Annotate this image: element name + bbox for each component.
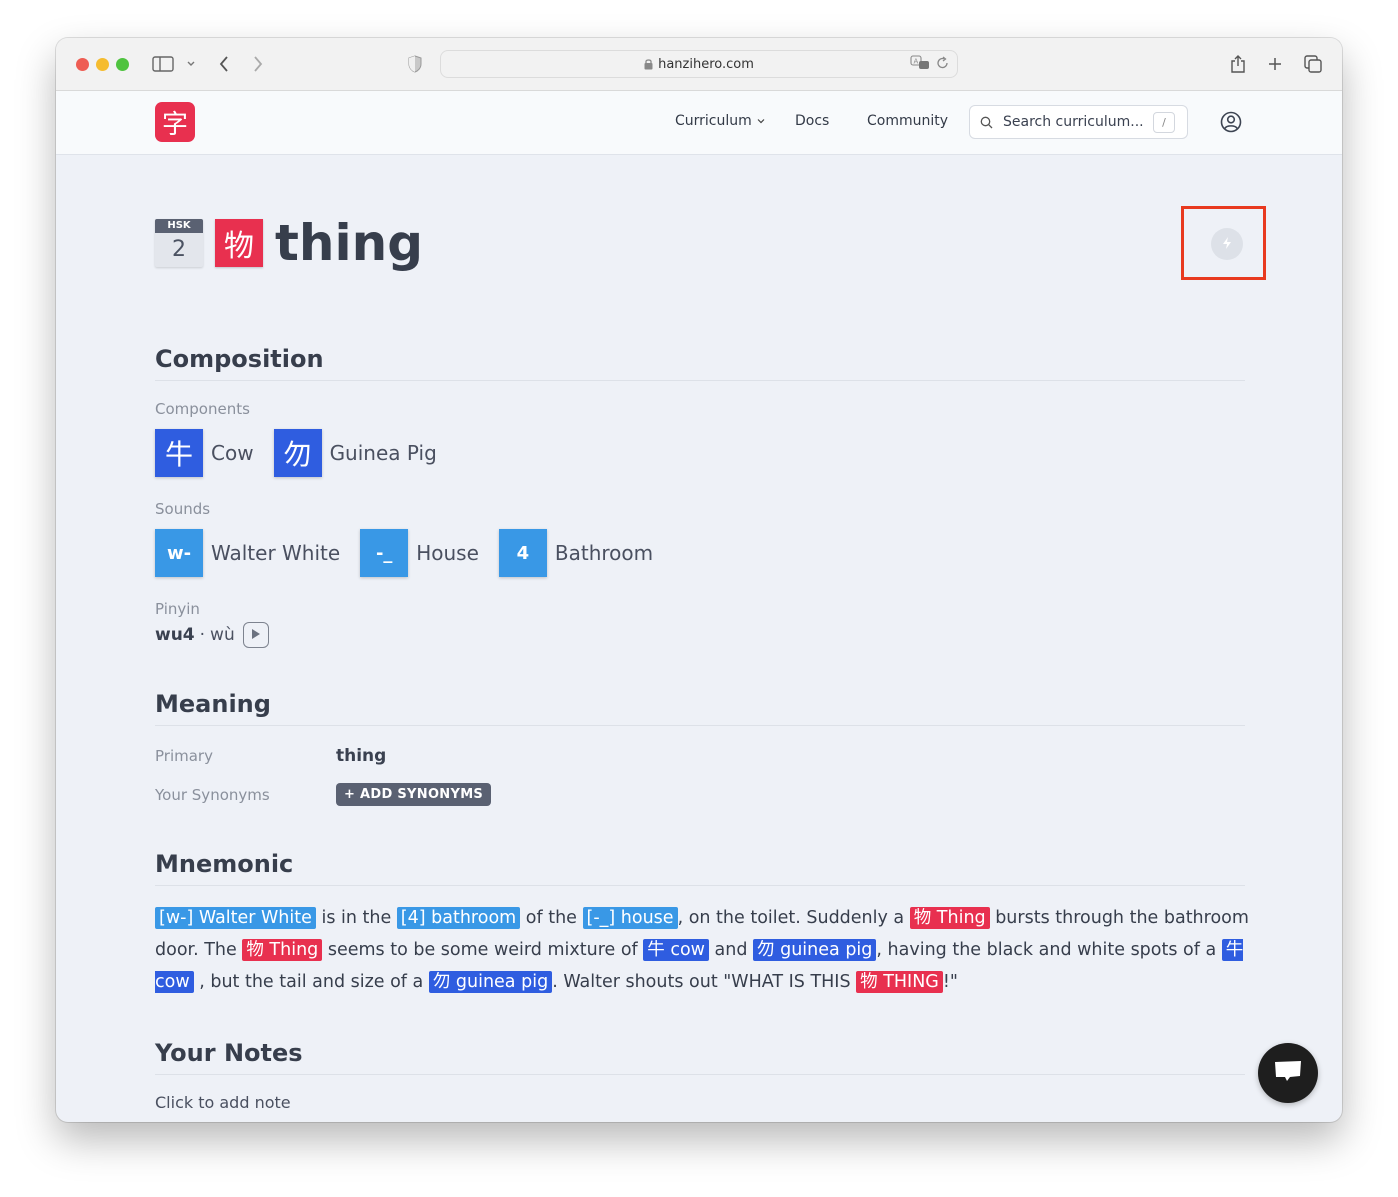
chat-bubble-icon xyxy=(1273,1058,1303,1088)
sidebar-toggle-icon[interactable] xyxy=(152,52,174,76)
tab-overview-icon[interactable] xyxy=(1304,52,1322,76)
nav-curriculum-label: Curriculum xyxy=(675,113,752,129)
mnemonic-highlight-comp[interactable]: 牛 cow xyxy=(643,939,709,961)
meaning-synonyms-row: Your Synonyms + ADD SYNONYMS xyxy=(155,783,492,806)
address-bar[interactable]: hanzihero.com A xyxy=(440,50,958,78)
new-tab-icon[interactable] xyxy=(1267,52,1283,76)
mnemonic-text-segment: of the xyxy=(520,908,583,928)
section-title-meaning: Meaning xyxy=(155,690,271,718)
mnemonic-highlight-sound[interactable]: [w-] Walter White xyxy=(155,907,316,929)
character-tile: 物 xyxy=(215,219,263,267)
add-synonyms-button[interactable]: + ADD SYNONYMS xyxy=(336,783,492,806)
translate-icon[interactable]: A xyxy=(910,55,930,75)
mnemonic-highlight-char[interactable]: 物 Thing xyxy=(242,939,323,961)
component-name-guinea-pig[interactable]: Guinea Pig xyxy=(330,441,437,465)
component-name-cow[interactable]: Cow xyxy=(211,441,254,465)
meaning-primary-row: Primary thing xyxy=(155,746,386,766)
nav-community[interactable]: Community xyxy=(867,113,948,129)
sound-name-bathroom[interactable]: Bathroom xyxy=(555,541,653,565)
mnemonic-text-segment: !" xyxy=(942,972,958,992)
hsk-level: 2 xyxy=(172,237,186,262)
minimize-window-button[interactable] xyxy=(96,58,109,71)
mnemonic-highlight-comp[interactable]: 勿 guinea pig xyxy=(428,971,553,993)
search-input[interactable]: Search curriculum... / xyxy=(969,105,1188,139)
component-tile-guinea-pig[interactable]: 勿 xyxy=(273,429,322,477)
site-header: 字 Curriculum Docs Community Search curri… xyxy=(56,91,1342,155)
mnemonic-text-segment: . Walter shouts out "WHAT IS THIS xyxy=(552,972,857,992)
section-title-mnemonic: Mnemonic xyxy=(155,850,294,878)
pinyin-numeric: wu4 xyxy=(155,625,195,645)
add-note-button[interactable]: Click to add note xyxy=(155,1093,291,1112)
zoom-window-button[interactable] xyxy=(116,58,129,71)
chat-support-button[interactable] xyxy=(1258,1043,1318,1103)
forward-icon[interactable] xyxy=(252,52,264,76)
pinyin-tone: wù xyxy=(210,625,235,645)
component-tile-cow[interactable]: 牛 xyxy=(155,429,203,477)
components-list: 牛 Cow 勿 Guinea Pig xyxy=(155,429,457,477)
mnemonic-highlight-sound[interactable]: [-_] house xyxy=(582,907,678,929)
sound-tile-walter-white[interactable]: w- xyxy=(155,529,203,577)
mnemonic-text-segment: is in the xyxy=(315,908,397,928)
primary-meaning: thing xyxy=(336,746,387,766)
pinyin-label: Pinyin xyxy=(155,600,200,618)
play-audio-button[interactable] xyxy=(242,622,269,648)
browser-window: hanzihero.com A 字 Curriculum Docs Commun… xyxy=(56,38,1342,1122)
search-placeholder: Search curriculum... xyxy=(1003,114,1144,130)
play-icon xyxy=(251,625,261,645)
mnemonic-highlight-comp[interactable]: 勿 guinea pig xyxy=(753,939,877,961)
sound-name-house[interactable]: House xyxy=(416,541,479,565)
mnemonic-text-segment: seems to be some weird mixture of xyxy=(322,940,644,960)
sounds-label: Sounds xyxy=(155,500,211,518)
search-shortcut-key: / xyxy=(1153,112,1175,133)
sounds-list: w- Walter White -_ House 4 Bathroom xyxy=(155,529,673,577)
divider xyxy=(155,1074,1245,1075)
highlight-box xyxy=(1181,206,1266,280)
synonyms-label: Your Synonyms xyxy=(155,785,270,804)
lock-icon xyxy=(644,58,653,70)
mnemonic-text-segment: , but the tail and size of a xyxy=(193,972,429,992)
hsk-badge: HSK 2 xyxy=(155,219,203,267)
title-row: HSK 2 物 thing xyxy=(155,218,423,268)
share-icon[interactable] xyxy=(1230,52,1246,76)
browser-toolbar: hanzihero.com A xyxy=(56,38,1342,91)
nav-docs[interactable]: Docs xyxy=(795,113,829,129)
sound-tile-house[interactable]: -_ xyxy=(360,529,409,577)
reload-icon[interactable] xyxy=(936,56,949,74)
search-icon xyxy=(980,116,993,129)
sound-tile-bathroom[interactable]: 4 xyxy=(498,529,547,577)
close-window-button[interactable] xyxy=(76,58,89,71)
mnemonic-highlight-char[interactable]: 物 THING xyxy=(856,971,943,993)
pinyin-row: wu4 · wù xyxy=(155,622,269,648)
chevron-down-icon xyxy=(756,113,766,129)
primary-label: Primary xyxy=(155,747,213,765)
lightning-icon xyxy=(1221,235,1233,254)
mnemonic-text-segment: , having the black and white spots of a xyxy=(876,940,1222,960)
hsk-label: HSK xyxy=(155,219,203,233)
divider xyxy=(155,380,1245,381)
divider xyxy=(155,725,1245,726)
sound-name-walter-white[interactable]: Walter White xyxy=(211,541,340,565)
back-icon[interactable] xyxy=(218,52,230,76)
mnemonic-text: [w-] Walter White is in the [4] bathroom… xyxy=(155,902,1250,998)
mnemonic-text-segment: and xyxy=(708,940,754,960)
chevron-down-icon[interactable] xyxy=(186,52,196,76)
section-title-composition: Composition xyxy=(155,345,324,373)
mnemonic-highlight-char[interactable]: 物 Thing xyxy=(909,907,990,929)
nav-curriculum[interactable]: Curriculum xyxy=(675,113,766,129)
url-text: hanzihero.com xyxy=(658,56,754,72)
components-label: Components xyxy=(155,400,250,418)
pinyin-separator: · xyxy=(199,625,206,645)
quick-action-button[interactable] xyxy=(1211,228,1243,260)
site-logo[interactable]: 字 xyxy=(155,102,195,142)
mnemonic-highlight-sound[interactable]: [4] bathroom xyxy=(396,907,521,929)
mnemonic-text-segment: , on the toilet. Suddenly a xyxy=(677,908,910,928)
svg-text:A: A xyxy=(914,58,919,66)
section-title-notes: Your Notes xyxy=(155,1039,303,1067)
page-title: thing xyxy=(275,214,424,272)
privacy-shield-icon[interactable] xyxy=(408,52,422,76)
user-account-icon[interactable] xyxy=(1220,111,1242,137)
divider xyxy=(155,885,1245,886)
